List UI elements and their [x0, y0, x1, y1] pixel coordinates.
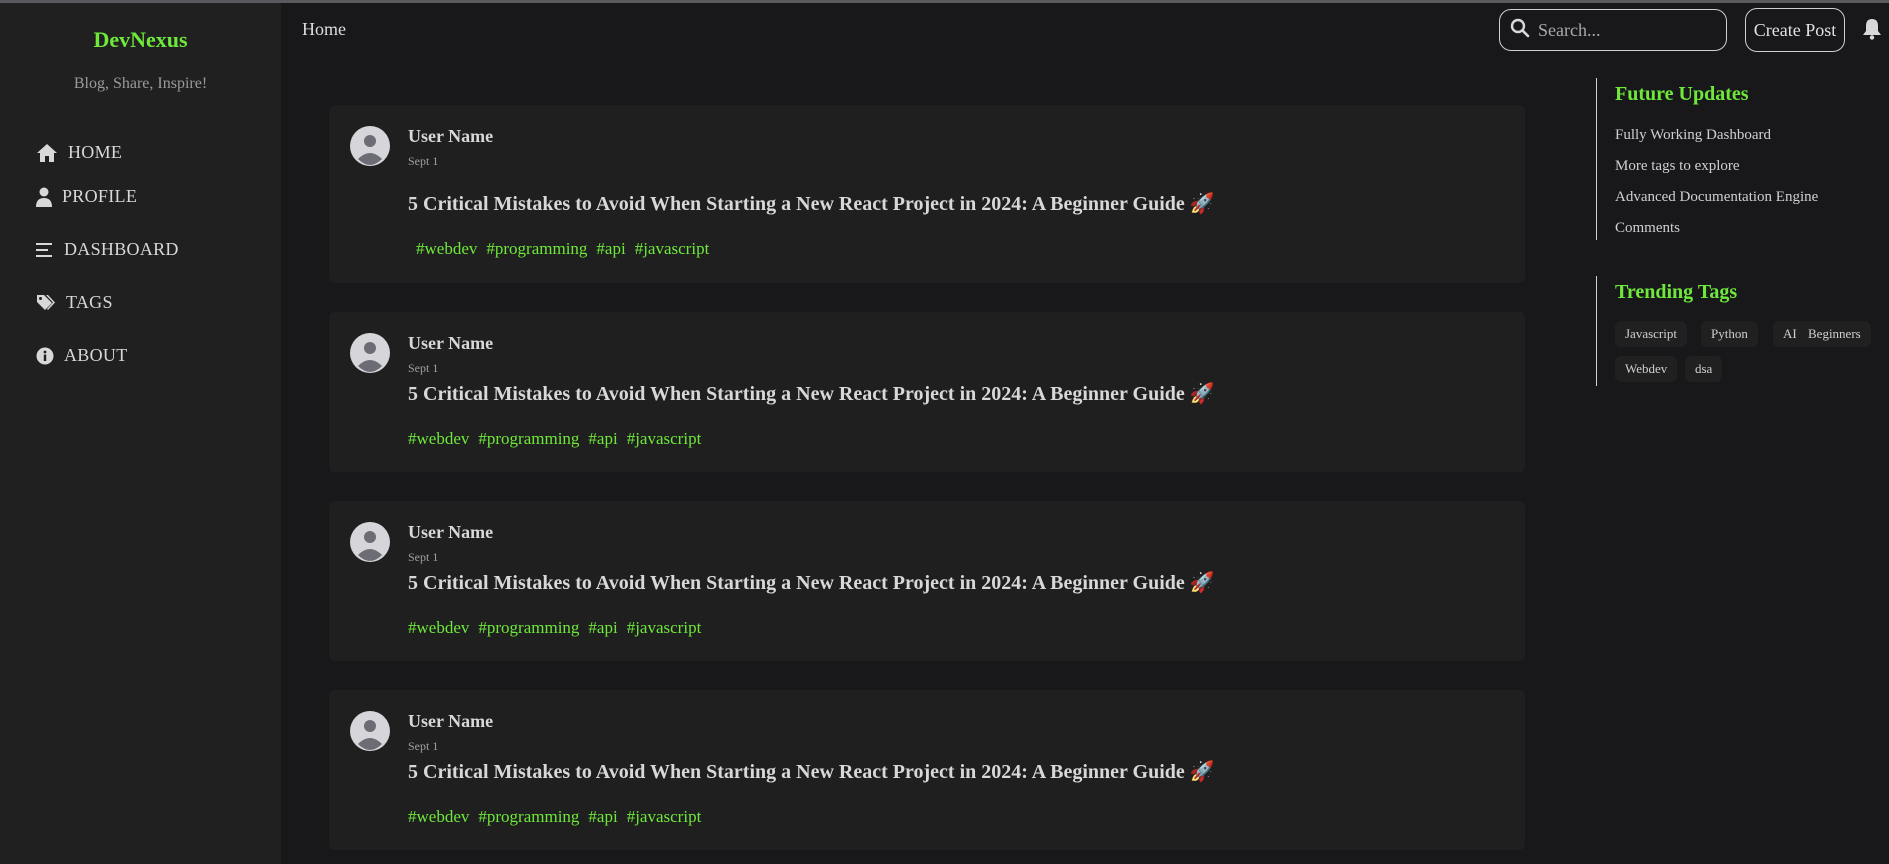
avatar [350, 522, 390, 562]
future-update-item[interactable]: More tags to explore [1615, 158, 1740, 175]
sidebar-item-about[interactable]: ABOUT [36, 345, 128, 366]
sidebar-item-label: DASHBOARD [64, 239, 179, 259]
post-tags: #webdev #programming #api #javascript [408, 429, 701, 449]
post-author[interactable]: User Name [408, 126, 493, 147]
post-author[interactable]: User Name [408, 522, 493, 543]
breadcrumb[interactable]: Home [302, 19, 346, 40]
sidebar-item-tags[interactable]: TAGS [36, 292, 113, 313]
menu-lines-icon [36, 242, 54, 258]
search-icon [1510, 18, 1530, 43]
future-updates-title: Future Updates [1615, 83, 1749, 105]
post-author[interactable]: User Name [408, 711, 493, 732]
trending-tag-chip[interactable]: dsa [1685, 356, 1723, 382]
post-title[interactable]: 5 Critical Mistakes to Avoid When Starti… [408, 759, 1215, 784]
sidebar-item-label: TAGS [66, 292, 113, 312]
post-date: Sept 1 [408, 550, 439, 564]
future-updates-panel: Future Updates Fully Working Dashboard M… [1596, 78, 1856, 240]
sidebar-item-dashboard[interactable]: DASHBOARD [36, 239, 179, 260]
sidebar-item-label: HOME [68, 142, 123, 162]
future-update-item[interactable]: Advanced Documentation Engine [1615, 189, 1818, 206]
post-title[interactable]: 5 Critical Mistakes to Avoid When Starti… [408, 570, 1215, 595]
post-tag[interactable]: #webdev [416, 239, 477, 259]
brand-name[interactable]: DevNexus [0, 27, 281, 53]
trending-tag-chip[interactable]: Beginners [1798, 321, 1871, 347]
post-tag[interactable]: #api [588, 429, 617, 449]
post-title[interactable]: 5 Critical Mistakes to Avoid When Starti… [408, 381, 1215, 406]
future-update-item[interactable]: Fully Working Dashboard [1615, 127, 1771, 144]
post-tag[interactable]: #programming [478, 618, 579, 638]
avatar [350, 333, 390, 373]
sidebar-item-label: PROFILE [62, 186, 138, 206]
post-tag[interactable]: #webdev [408, 618, 469, 638]
post-date: Sept 1 [408, 739, 439, 753]
post-tags: #webdev #programming #api #javascript [416, 239, 709, 259]
post-tag[interactable]: #webdev [408, 807, 469, 827]
info-icon [36, 347, 54, 365]
sidebar-item-profile[interactable]: PROFILE [36, 186, 137, 207]
trending-tag-chip[interactable]: Python [1701, 321, 1758, 347]
post-card[interactable]: User Name Sept 1 5 Critical Mistakes to … [329, 501, 1525, 661]
post-tag[interactable]: #api [588, 807, 617, 827]
post-tag[interactable]: #webdev [408, 429, 469, 449]
sidebar-item-home[interactable]: HOME [36, 142, 122, 163]
post-author[interactable]: User Name [408, 333, 493, 354]
post-card[interactable]: User Name Sept 1 5 Critical Mistakes to … [329, 312, 1525, 472]
sidebar: DevNexus Blog, Share, Inspire! HOME PROF… [0, 3, 281, 864]
user-icon [36, 187, 52, 207]
avatar [350, 126, 390, 166]
post-title[interactable]: 5 Critical Mistakes to Avoid When Starti… [408, 191, 1215, 216]
post-tags: #webdev #programming #api #javascript [408, 807, 701, 827]
bell-icon[interactable] [1862, 18, 1882, 45]
post-tag[interactable]: #api [596, 239, 625, 259]
future-update-item[interactable]: Comments [1615, 220, 1680, 237]
home-icon [36, 143, 58, 163]
post-tags: #webdev #programming #api #javascript [408, 618, 701, 638]
post-card[interactable]: User Name Sept 1 5 Critical Mistakes to … [329, 105, 1525, 283]
post-tag[interactable]: #programming [478, 807, 579, 827]
post-tag[interactable]: #api [588, 618, 617, 638]
post-tag[interactable]: #javascript [627, 429, 702, 449]
top-border [0, 0, 1889, 3]
post-tag[interactable]: #javascript [635, 239, 710, 259]
post-card[interactable]: User Name Sept 1 5 Critical Mistakes to … [329, 690, 1525, 850]
create-post-button[interactable]: Create Post [1745, 8, 1845, 52]
post-tag[interactable]: #programming [486, 239, 587, 259]
avatar [350, 711, 390, 751]
post-date: Sept 1 [408, 361, 439, 375]
trending-tags-panel: Trending Tags Javascript Python AI Begin… [1596, 276, 1876, 386]
sidebar-item-label: ABOUT [64, 345, 128, 365]
post-tag[interactable]: #javascript [627, 807, 702, 827]
search-input[interactable] [1538, 19, 1718, 41]
post-tag[interactable]: #programming [478, 429, 579, 449]
search-box[interactable] [1499, 9, 1727, 51]
post-tag[interactable]: #javascript [627, 618, 702, 638]
post-date: Sept 1 [408, 154, 439, 168]
brand-tagline: Blog, Share, Inspire! [73, 75, 208, 92]
trending-tag-chip[interactable]: Javascript [1615, 321, 1687, 347]
trending-tags-title: Trending Tags [1615, 281, 1738, 303]
trending-tag-chip[interactable]: Webdev [1615, 356, 1678, 382]
tags-icon [36, 294, 56, 312]
